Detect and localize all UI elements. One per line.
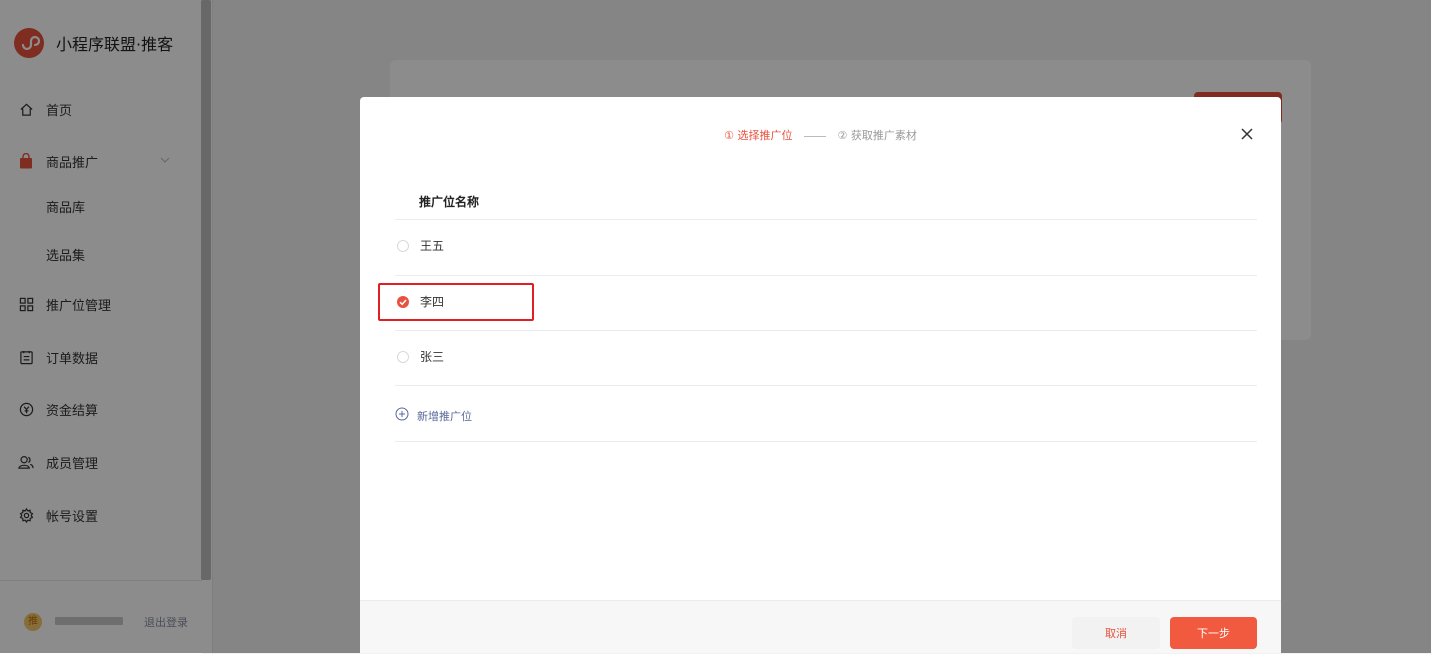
- radio-unchecked[interactable]: [397, 240, 409, 252]
- add-position-label: 新增推广位: [417, 409, 472, 423]
- position-name: 王五: [420, 239, 445, 253]
- close-icon[interactable]: [1240, 127, 1254, 141]
- add-position-button[interactable]: 新增推广位: [395, 407, 472, 424]
- step-connector: [804, 135, 826, 137]
- cancel-button[interactable]: 取消: [1072, 617, 1160, 649]
- divider: [395, 219, 1257, 220]
- table-row[interactable]: 王五: [395, 221, 1257, 275]
- next-step-button[interactable]: 下一步: [1170, 617, 1257, 649]
- position-name: 张三: [420, 350, 445, 364]
- table-row[interactable]: 张三: [395, 332, 1257, 386]
- divider: [395, 330, 1257, 331]
- divider: [395, 275, 1257, 276]
- modal-footer: 取消 下一步: [360, 600, 1281, 653]
- selection-highlight-box: [378, 283, 534, 321]
- step-1: ① 选择推广位: [724, 129, 793, 142]
- divider: [395, 441, 1257, 442]
- step-indicator: ① 选择推广位 ② 获取推广素材: [360, 127, 1281, 143]
- divider: [395, 385, 1257, 386]
- step-2: ② 获取推广素材: [837, 129, 917, 142]
- radio-unchecked[interactable]: [397, 351, 409, 363]
- select-position-modal: ① 选择推广位 ② 获取推广素材 推广位名称 王五 李四 张三 新增推广位 取消…: [360, 97, 1281, 653]
- plus-circle-icon: [395, 407, 409, 424]
- column-header-position-name: 推广位名称: [419, 195, 480, 209]
